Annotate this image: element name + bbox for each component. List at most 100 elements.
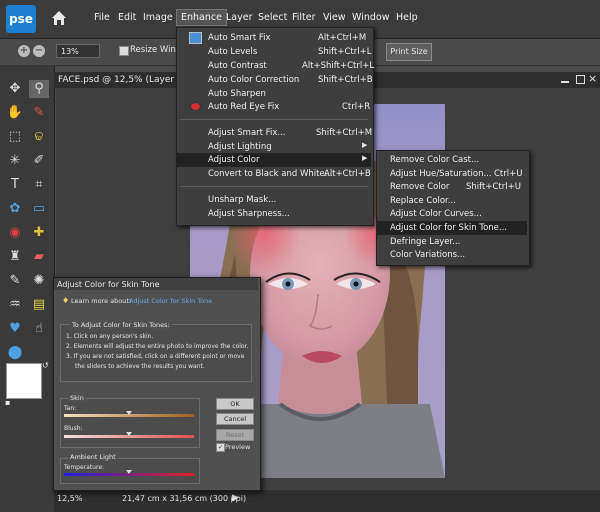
submenu-item-remove-color[interactable]: Remove Color (390, 182, 449, 192)
submenu-arrow-icon: ▶ (362, 154, 368, 162)
red-eye-tool-icon[interactable]: ◉ (5, 224, 25, 242)
menu-image[interactable]: Image (143, 12, 173, 23)
shortcut: Alt+Ctrl+B (324, 169, 371, 179)
clone-stamp-tool-icon[interactable]: ♜ (5, 248, 25, 266)
minimize-icon[interactable] (561, 81, 569, 83)
blur-tool-icon[interactable]: ☝ (29, 320, 49, 338)
menu-view[interactable]: View (323, 12, 346, 23)
menu-item-adjust-lighting[interactable]: Adjust Lighting (208, 142, 272, 152)
zoom-level-select[interactable]: 13% (56, 44, 100, 58)
temperature-slider-thumb[interactable] (126, 470, 132, 474)
status-zoom: 12,5% (57, 494, 83, 503)
skin-group (60, 398, 200, 448)
menu-item-highlight (177, 153, 371, 167)
home-icon[interactable] (50, 9, 68, 27)
shortcut: Shift+Ctrl+M (316, 128, 373, 138)
gradient-tool-icon[interactable]: ▤ (29, 296, 49, 314)
app-logo: pse (6, 5, 36, 33)
smart-brush-tool-icon[interactable]: ✺ (29, 272, 49, 290)
close-icon[interactable]: × (588, 72, 597, 85)
brush-tool-icon[interactable]: ✎ (5, 272, 25, 290)
red-eye-icon (190, 102, 201, 111)
menu-item-auto-levels[interactable]: Auto Levels (208, 47, 257, 57)
menu-item-adjust-sharpness[interactable]: Adjust Sharpness... (208, 209, 290, 219)
learn-more-label: Learn more about: (71, 297, 132, 305)
menu-item-auto-contrast[interactable]: Auto Contrast (208, 61, 267, 71)
menu-item-adjust-color[interactable]: Adjust Color (208, 155, 259, 165)
menu-enhance[interactable]: Enhance (176, 9, 227, 26)
document-title: FACE.psd @ 12,5% (Layer 9 c (58, 75, 191, 85)
adjust-color-submenu (376, 150, 530, 266)
magic-wand-tool-icon[interactable]: ✳ (5, 152, 25, 170)
tan-label: Tan: (64, 405, 77, 412)
learn-more-link[interactable]: Adjust Color for Skin Tone (129, 297, 212, 305)
shape-tool-icon[interactable]: ♥ (5, 320, 25, 338)
menu-item-unsharp-mask[interactable]: Unsharp Mask... (208, 195, 276, 205)
skin-group-title: Skin (68, 394, 86, 402)
straighten-tool-icon[interactable]: ▭ (29, 200, 49, 218)
ok-button[interactable]: OK (216, 398, 254, 410)
submenu-item-adjust-color-curves[interactable]: Adjust Color Curves... (390, 209, 482, 219)
menu-window[interactable]: Window (352, 12, 389, 23)
submenu-item-color-variations[interactable]: Color Variations... (390, 250, 465, 260)
submenu-item-replace-color[interactable]: Replace Color... (390, 196, 456, 206)
zoom-in-icon[interactable]: + (18, 45, 30, 57)
submenu-item-adjust-hue-saturation[interactable]: Adjust Hue/Saturation... (390, 169, 492, 179)
paint-bucket-tool-icon[interactable]: ♒ (5, 296, 25, 314)
shortcut: Ctrl+R (342, 102, 371, 112)
move-tool-icon[interactable]: ✥ (5, 80, 25, 98)
blush-label: Blush: (64, 425, 83, 432)
zoom-out-icon[interactable]: − (33, 45, 45, 57)
type-tool-icon[interactable]: T (5, 176, 25, 194)
menu-select[interactable]: Select (258, 12, 287, 23)
maximize-icon[interactable] (576, 75, 585, 84)
eyedropper-tool-icon[interactable]: ✎ (29, 104, 49, 122)
blush-slider-thumb[interactable] (126, 432, 132, 436)
submenu-item-remove-color-cast[interactable]: Remove Color Cast... (390, 155, 479, 165)
lightbulb-icon: ♦ (62, 296, 70, 305)
marquee-tool-icon[interactable]: ⬚ (5, 128, 25, 146)
menu-item-auto-color-correction[interactable]: Auto Color Correction (208, 75, 299, 85)
eraser-tool-icon[interactable]: ▰ (29, 248, 49, 266)
shortcut: Shift+Ctrl+L (318, 47, 372, 57)
menu-layer[interactable]: Layer (226, 12, 253, 23)
cancel-button[interactable]: Cancel (216, 413, 254, 425)
sponge-tool-icon[interactable]: ⬤ (5, 344, 25, 362)
default-colors-icon[interactable]: ▪ (5, 398, 10, 407)
menu-item-auto-smart-fix[interactable]: Auto Smart Fix (208, 33, 271, 43)
print-size-button[interactable]: Print Size (386, 43, 432, 61)
crop-tool-icon[interactable]: ⌗ (29, 176, 49, 194)
status-menu-arrow-icon[interactable]: ▶ (232, 493, 239, 503)
reset-button[interactable]: Reset (216, 429, 254, 441)
submenu-item-adjust-color-skin-tone[interactable]: Adjust Color for Skin Tone... (390, 223, 507, 233)
menu-filter[interactable]: Filter (292, 12, 316, 23)
lasso-tool-icon[interactable]: ଢ (29, 128, 49, 146)
zoom-tool-icon[interactable]: ⚲ (29, 80, 49, 98)
submenu-item-defringe-layer[interactable]: Defringe Layer... (390, 237, 460, 247)
swap-colors-icon[interactable]: ↺ (42, 361, 49, 370)
shortcut: Alt+Shift+Ctrl+L (302, 61, 375, 71)
menu-help[interactable]: Help (396, 12, 418, 23)
healing-brush-tool-icon[interactable]: ✚ (29, 224, 49, 242)
resize-window-checkbox[interactable] (119, 46, 129, 56)
menu-separator (180, 119, 368, 120)
menu-file[interactable]: File (94, 12, 110, 23)
menu-edit[interactable]: Edit (118, 12, 136, 23)
cookie-cutter-tool-icon[interactable]: ✿ (5, 200, 25, 218)
menu-separator (180, 186, 368, 187)
tan-slider-thumb[interactable] (126, 411, 132, 415)
status-document-size: 21,47 cm x 31,56 cm (300 ppi) (122, 494, 247, 503)
instruction-step: the sliders to achieve the results you w… (75, 363, 205, 370)
menu-item-auto-sharpen[interactable]: Auto Sharpen (208, 89, 266, 99)
auto-smart-fix-icon (189, 32, 202, 44)
ambient-light-title: Ambient Light (68, 453, 118, 461)
quick-selection-tool-icon[interactable]: ✐ (29, 152, 49, 170)
shortcut: Ctrl+U (494, 169, 523, 179)
foreground-color-swatch[interactable] (6, 363, 42, 399)
preview-checkbox[interactable]: ✓ (216, 443, 225, 452)
menu-item-convert-black-white[interactable]: Convert to Black and White... (208, 169, 333, 179)
menu-item-adjust-smart-fix[interactable]: Adjust Smart Fix... (208, 128, 285, 138)
shortcut: Shift+Ctrl+U (466, 182, 521, 192)
hand-tool-icon[interactable]: ✋ (5, 104, 25, 122)
menu-item-auto-red-eye-fix[interactable]: Auto Red Eye Fix (208, 102, 279, 112)
